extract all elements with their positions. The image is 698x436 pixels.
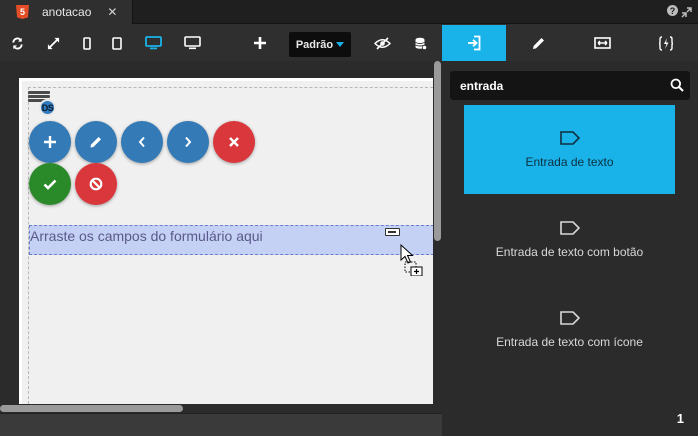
tab-events[interactable] xyxy=(634,25,698,61)
plus-icon xyxy=(44,136,56,148)
window-controls: ? xyxy=(667,5,692,18)
drag-cursor-icon xyxy=(400,243,424,281)
search-icon[interactable] xyxy=(670,78,684,97)
chevron-down-icon xyxy=(336,42,345,47)
next-button[interactable] xyxy=(167,121,209,163)
ban-icon xyxy=(89,177,103,191)
cancel-button[interactable] xyxy=(75,163,117,205)
delete-button[interactable] xyxy=(213,121,255,163)
desktop-icon[interactable] xyxy=(143,25,163,61)
tab-title: anotacao xyxy=(42,5,92,19)
tab-resize[interactable] xyxy=(570,25,634,61)
help-icon[interactable]: ? xyxy=(667,5,678,16)
components-panel: Entrada de texto Entrada de texto com bo… xyxy=(442,61,698,436)
edit-button[interactable] xyxy=(75,121,117,163)
login-icon xyxy=(468,35,481,51)
component-label: Entrada de texto com botão xyxy=(495,244,644,259)
datasource-badge[interactable]: DS xyxy=(23,91,56,116)
previous-button[interactable] xyxy=(121,121,163,163)
html5-icon: 5 xyxy=(16,5,29,19)
horizontal-scrollbar[interactable] xyxy=(0,404,433,413)
component-label: Entrada de texto com ícone xyxy=(496,334,643,349)
search-input[interactable] xyxy=(450,71,664,100)
chevron-left-icon xyxy=(138,136,145,148)
pencil-icon xyxy=(532,37,544,49)
component-label: Entrada de texto xyxy=(525,154,614,169)
editor-toolbar: Padrão xyxy=(0,25,442,61)
tab-components[interactable] xyxy=(442,25,506,61)
tag-icon xyxy=(559,220,580,235)
tag-icon xyxy=(559,130,580,145)
datasource-label: DS xyxy=(39,99,56,116)
canvas-footer xyxy=(0,413,442,436)
monitor-icon[interactable] xyxy=(182,25,202,61)
editor-canvas[interactable]: DS Arraste os campos do formulário aqui xyxy=(0,61,442,436)
panel-tabs xyxy=(442,25,698,61)
mobile-icon[interactable] xyxy=(80,25,94,61)
arrows-horizontal-icon xyxy=(593,37,611,49)
vertical-scrollbar-thumb[interactable] xyxy=(434,61,441,241)
confirm-button[interactable] xyxy=(29,163,71,205)
database-icon[interactable] xyxy=(412,25,428,61)
chevron-right-icon xyxy=(185,136,192,148)
page-number[interactable]: 1 xyxy=(677,411,684,426)
app-window: 5 anotacao ✕ ? Padrão DS Arraste os camp… xyxy=(0,0,698,436)
eye-slash-icon[interactable] xyxy=(372,25,392,61)
dragged-input-icon xyxy=(385,228,400,236)
add-icon[interactable] xyxy=(252,25,268,61)
breakpoint-dropdown[interactable]: Padrão xyxy=(289,32,351,57)
code-bolt-icon xyxy=(659,35,673,51)
check-icon xyxy=(43,179,57,190)
tab-edit[interactable] xyxy=(506,25,570,61)
tag-icon xyxy=(559,310,580,325)
component-search xyxy=(450,71,690,100)
expand-icon[interactable] xyxy=(45,25,61,61)
component-text-input[interactable]: Entrada de texto xyxy=(464,105,675,194)
breakpoint-label: Padrão xyxy=(295,38,334,51)
vertical-scrollbar[interactable] xyxy=(433,61,442,404)
tablet-icon[interactable] xyxy=(110,25,124,61)
close-icon[interactable]: ✕ xyxy=(107,5,117,19)
add-button[interactable] xyxy=(29,121,71,163)
pencil-icon xyxy=(90,137,101,148)
form-dropzone[interactable]: Arraste os campos do formulário aqui xyxy=(29,225,434,255)
collapse-icon[interactable] xyxy=(681,5,692,18)
tab-bar: 5 anotacao ✕ ? xyxy=(0,0,698,24)
refresh-icon[interactable] xyxy=(9,25,25,61)
tab-anotacao[interactable]: 5 anotacao ✕ xyxy=(0,0,133,24)
horizontal-scrollbar-thumb[interactable] xyxy=(0,405,183,412)
dropzone-hint: Arraste os campos do formulário aqui xyxy=(30,228,263,244)
component-text-input-icon[interactable]: Entrada de texto com ícone xyxy=(464,285,675,374)
component-text-input-button[interactable]: Entrada de texto com botão xyxy=(464,195,675,284)
times-icon xyxy=(229,137,239,147)
